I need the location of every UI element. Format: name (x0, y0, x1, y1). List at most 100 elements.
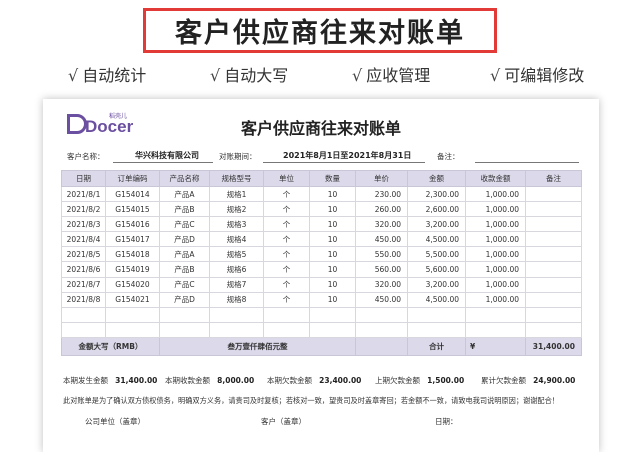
table-cell[interactable]: 1,000.00 (465, 246, 526, 263)
table-cell[interactable]: 产品A (159, 246, 210, 263)
table-cell[interactable] (159, 321, 210, 338)
table-cell[interactable]: G154018 (105, 246, 160, 263)
table-cell[interactable]: G154017 (105, 231, 160, 248)
table-cell[interactable]: 个 (263, 291, 310, 308)
table-cell[interactable]: 450.00 (355, 291, 408, 308)
table-cell[interactable]: 550.00 (355, 246, 408, 263)
table-cell[interactable]: 1,000.00 (465, 291, 526, 308)
table-cell[interactable]: 5,600.00 (407, 261, 466, 278)
table-cell[interactable]: 2021/8/5 (61, 246, 106, 263)
table-cell[interactable]: 10 (309, 261, 356, 278)
table-cell[interactable]: 2,600.00 (407, 201, 466, 218)
table-cell[interactable]: 10 (309, 231, 356, 248)
table-cell[interactable]: 560.00 (355, 261, 408, 278)
table-cell[interactable] (465, 321, 526, 338)
table-cell[interactable]: 10 (309, 276, 356, 293)
table-cell[interactable]: 2,300.00 (407, 185, 466, 203)
table-cell[interactable] (407, 306, 466, 323)
table-cell[interactable]: 2021/8/6 (61, 261, 106, 278)
table-cell[interactable] (105, 321, 160, 338)
table-cell[interactable]: G154019 (105, 261, 160, 278)
table-cell[interactable]: 规格3 (209, 216, 264, 233)
table-cell[interactable] (61, 321, 106, 338)
table-cell[interactable]: 1,000.00 (465, 216, 526, 233)
table-cell[interactable] (525, 306, 582, 323)
table-cell[interactable]: G154016 (105, 216, 160, 233)
table-cell[interactable] (355, 321, 408, 338)
table-cell[interactable]: 个 (263, 216, 310, 233)
table-cell[interactable] (407, 321, 466, 338)
table-cell[interactable]: 1,000.00 (465, 185, 526, 203)
table-cell[interactable]: G154020 (105, 276, 160, 293)
customer-value[interactable]: 华兴科技有限公司 (135, 150, 199, 161)
table-cell[interactable]: 260.00 (355, 201, 408, 218)
table-cell[interactable]: 规格2 (209, 201, 264, 218)
table-cell[interactable]: 2021/8/4 (61, 231, 106, 248)
table-cell[interactable]: 4,500.00 (407, 231, 466, 248)
table-cell[interactable]: 规格1 (209, 185, 264, 203)
table-cell[interactable]: 1,000.00 (465, 261, 526, 278)
table-cell[interactable] (159, 306, 210, 323)
table-cell[interactable]: 10 (309, 246, 356, 263)
period-value[interactable]: 2021年8月1日至2021年8月31日 (283, 150, 411, 161)
table-cell[interactable]: 产品C (159, 276, 210, 293)
table-cell[interactable] (465, 306, 526, 323)
table-cell[interactable]: 2021/8/3 (61, 216, 106, 233)
table-cell[interactable]: 规格8 (209, 291, 264, 308)
table-cell[interactable]: 3,200.00 (407, 216, 466, 233)
table-cell[interactable]: 个 (263, 201, 310, 218)
table-cell[interactable]: 产品D (159, 231, 210, 248)
table-cell[interactable]: 个 (263, 276, 310, 293)
table-cell[interactable]: 产品A (159, 185, 210, 203)
table-cell[interactable]: 产品C (159, 216, 210, 233)
table-cell[interactable] (309, 321, 356, 338)
table-cell[interactable] (209, 321, 264, 338)
table-cell[interactable]: 10 (309, 201, 356, 218)
table-cell[interactable] (525, 201, 582, 218)
table-cell[interactable] (105, 306, 160, 323)
table-cell[interactable] (525, 216, 582, 233)
table-cell[interactable]: 个 (263, 261, 310, 278)
table-cell[interactable]: 个 (263, 185, 310, 203)
table-cell[interactable] (263, 321, 310, 338)
table-cell[interactable]: G154014 (105, 185, 160, 203)
table-cell[interactable]: 10 (309, 216, 356, 233)
table-cell[interactable] (525, 276, 582, 293)
table-cell[interactable] (525, 291, 582, 308)
table-cell[interactable] (309, 306, 356, 323)
table-cell[interactable]: 10 (309, 185, 356, 203)
table-cell[interactable]: 规格4 (209, 231, 264, 248)
table-cell[interactable] (525, 231, 582, 248)
table-cell[interactable] (263, 306, 310, 323)
table-cell[interactable]: 规格5 (209, 246, 264, 263)
table-cell[interactable] (525, 185, 582, 203)
table-cell[interactable]: 2021/8/1 (61, 185, 106, 203)
table-cell[interactable] (525, 261, 582, 278)
table-cell[interactable]: 2021/8/7 (61, 276, 106, 293)
table-cell[interactable]: G154021 (105, 291, 160, 308)
table-cell[interactable] (61, 306, 106, 323)
table-cell[interactable]: 320.00 (355, 276, 408, 293)
table-cell[interactable] (355, 306, 408, 323)
table-cell[interactable]: 4,500.00 (407, 291, 466, 308)
table-cell[interactable]: 230.00 (355, 185, 408, 203)
table-cell[interactable]: 个 (263, 231, 310, 248)
table-cell[interactable]: 1,000.00 (465, 231, 526, 248)
table-cell[interactable]: 2021/8/2 (61, 201, 106, 218)
table-cell[interactable] (525, 246, 582, 263)
table-cell[interactable]: 5,500.00 (407, 246, 466, 263)
table-cell[interactable]: 产品D (159, 291, 210, 308)
table-cell[interactable]: 1,000.00 (465, 201, 526, 218)
table-cell[interactable]: 产品B (159, 201, 210, 218)
table-cell[interactable]: 产品B (159, 261, 210, 278)
table-cell[interactable] (209, 306, 264, 323)
table-cell[interactable]: 个 (263, 246, 310, 263)
table-cell[interactable]: 450.00 (355, 231, 408, 248)
table-cell[interactable]: 10 (309, 291, 356, 308)
table-cell[interactable]: 3,200.00 (407, 276, 466, 293)
table-cell[interactable]: 320.00 (355, 216, 408, 233)
table-cell[interactable]: 2021/8/8 (61, 291, 106, 308)
table-cell[interactable] (525, 321, 582, 338)
table-cell[interactable]: G154015 (105, 201, 160, 218)
table-cell[interactable]: 规格7 (209, 276, 264, 293)
